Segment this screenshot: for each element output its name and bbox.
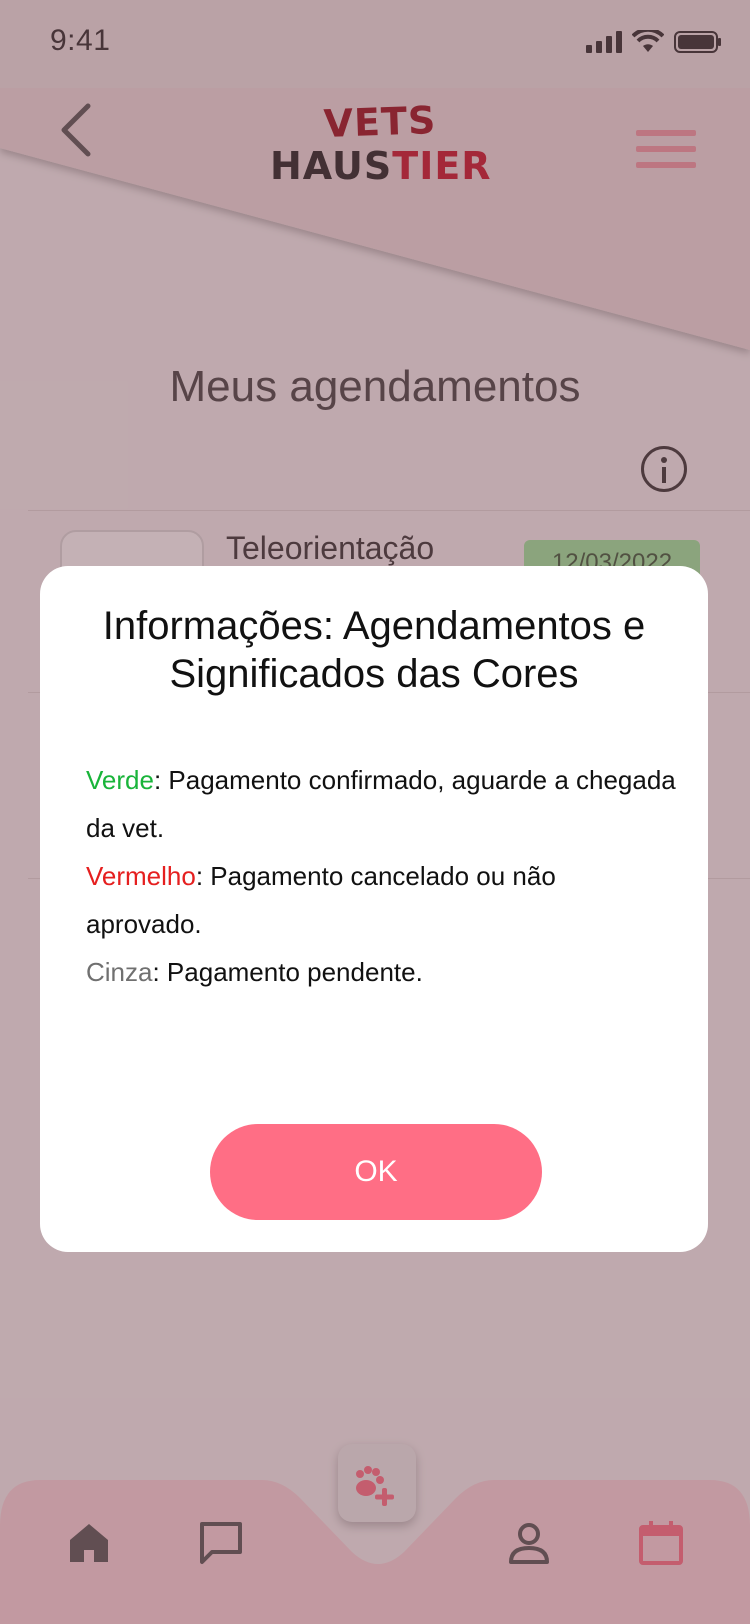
legend-item-green: Verde: Pagamento confirmado, aguarde a c… [86,756,676,852]
app-screen: 9:41 VETS HAUSTIER Meus agendamentos Tel… [0,0,750,1624]
legend-text-green: : Pagamento confirmado, aguarde a chegad… [86,765,676,843]
legend-text-gray: : Pagamento pendente. [152,957,423,987]
legend-item-red: Vermelho: Pagamento cancelado ou não apr… [86,852,676,948]
legend-item-gray: Cinza: Pagamento pendente. [86,948,676,996]
legend-color-red: Vermelho [86,861,196,891]
legend-color-gray: Cinza [86,957,153,987]
modal-title: Informações: Agendamentos e Significados… [102,604,646,696]
legend-color-green: Verde [86,765,154,795]
modal-body: Verde: Pagamento confirmado, aguarde a c… [86,756,676,996]
ok-button[interactable]: OK [210,1124,542,1220]
info-modal: Informações: Agendamentos e Significados… [40,566,708,1252]
